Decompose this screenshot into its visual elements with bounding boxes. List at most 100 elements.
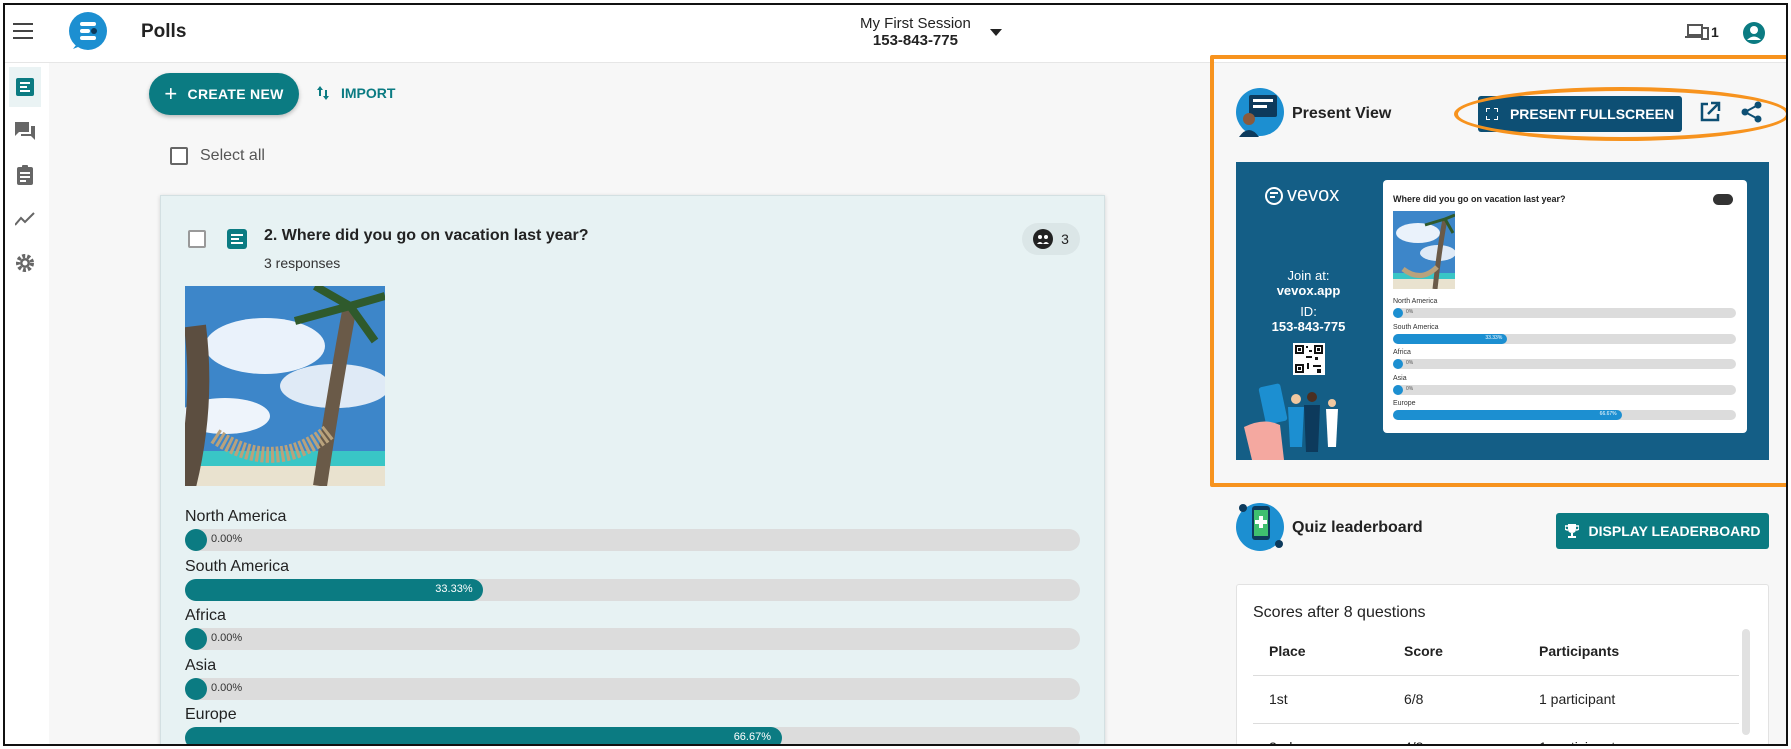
create-new-button[interactable]: + CREATE NEW	[149, 73, 299, 115]
display-leaderboard-button[interactable]: DISPLAY LEADERBOARD	[1556, 513, 1769, 549]
score-cell: 6/8	[1388, 675, 1523, 724]
result-row: Europe 66.67%	[185, 706, 1080, 744]
result-percentage: 0.00%	[211, 533, 243, 545]
nav-surveys[interactable]	[9, 155, 41, 195]
scores-table: Place Score Participants 1st 6/8 1 parti…	[1253, 627, 1739, 744]
preview-percentage: 0%	[1406, 360, 1414, 367]
join-url: vevox.app	[1276, 283, 1341, 298]
nav-qa[interactable]	[9, 111, 41, 151]
preview-result-row: Asia 0%	[1393, 375, 1736, 401]
vevox-logo[interactable]	[67, 11, 109, 53]
poll-question: 2. Where did you go on vacation last yea…	[264, 227, 589, 244]
account-icon[interactable]	[1742, 21, 1766, 45]
join-id: 153-843-775	[1271, 319, 1346, 334]
preview-option-label: Asia	[1393, 374, 1407, 382]
present-preview[interactable]: vevox Join at: vevox.app ID: 153-843-775	[1236, 162, 1769, 460]
select-all-checkbox[interactable]: Select all	[170, 147, 265, 165]
result-bar-fill	[185, 677, 207, 700]
preview-poll-card: Where did you go on vacation last year? …	[1383, 180, 1747, 433]
qr-code	[1293, 343, 1325, 375]
poll-select-checkbox[interactable]	[188, 230, 206, 248]
poll-results: North America 0.00% South America 33.33%…	[185, 508, 1080, 744]
result-bar-fill	[185, 529, 207, 551]
table-header-row: Place Score Participants	[1253, 627, 1739, 676]
preview-percentage: 0%	[1406, 309, 1414, 315]
session-name: My First Session	[860, 15, 971, 32]
menu-icon[interactable]	[13, 23, 33, 39]
nav-polls[interactable]	[9, 67, 41, 107]
preview-results: North America 0% South America 33.33% Af…	[1393, 298, 1736, 426]
result-row: Africa 0.00%	[185, 607, 1080, 657]
option-label: Africa	[185, 607, 226, 624]
preview-result-row: Africa 0%	[1393, 349, 1736, 375]
result-bar-track: 66.67%	[185, 727, 1080, 744]
preview-bar-track: 0%	[1393, 308, 1736, 318]
preview-bar-fill	[1393, 410, 1622, 421]
leaderboard-icon	[1236, 503, 1284, 551]
preview-option-label: North America	[1393, 298, 1438, 305]
clipboard-icon	[17, 165, 33, 185]
column-header: Participants	[1523, 627, 1739, 676]
result-percentage: 0.00%	[211, 681, 243, 694]
preview-image	[1393, 211, 1455, 289]
nav-settings[interactable]	[9, 243, 41, 283]
participants-icon	[1033, 229, 1054, 249]
scores-title: Scores after 8 questions	[1253, 604, 1426, 621]
poll-image	[185, 286, 385, 486]
preview-join-info: Join at: vevox.app ID: 153-843-775	[1236, 268, 1381, 334]
participants-cell: 1 participant	[1523, 675, 1739, 724]
checkbox[interactable]	[170, 147, 188, 165]
display-leaderboard-label: DISPLAY LEADERBOARD	[1588, 523, 1761, 539]
preview-bar-fill	[1393, 359, 1403, 370]
devices-indicator[interactable]: 1	[1685, 23, 1719, 41]
devices-count: 1	[1711, 24, 1719, 40]
option-label: South America	[185, 557, 290, 575]
result-row: Asia 0.00%	[185, 657, 1080, 707]
result-bar-fill	[185, 628, 207, 650]
chevron-down-icon[interactable]	[990, 29, 1002, 36]
nav-reports[interactable]	[9, 199, 41, 239]
result-percentage: 66.67%	[733, 731, 771, 743]
chat-icon	[15, 122, 35, 140]
quiz-leaderboard-title: Quiz leaderboard	[1292, 519, 1423, 536]
option-label: Europe	[185, 706, 237, 723]
session-selector[interactable]: My First Session 153-843-775	[860, 15, 971, 49]
gear-icon	[16, 254, 34, 272]
join-at-label: Join at:	[1287, 268, 1330, 283]
left-nav	[5, 63, 49, 744]
present-view-title: Present View	[1292, 105, 1392, 122]
app-window: Polls My First Session 153-843-775 1 + C…	[3, 3, 1788, 746]
preview-brand: vevox	[1265, 184, 1339, 207]
id-label: ID:	[1300, 304, 1317, 319]
preview-result-row: North America 0%	[1393, 298, 1736, 324]
polls-icon	[16, 78, 34, 96]
preview-result-row: Europe 66.67%	[1393, 400, 1736, 426]
preview-option-label: Europe	[1393, 400, 1416, 408]
open-in-new-icon[interactable]	[1699, 101, 1721, 123]
scrollbar[interactable]	[1742, 629, 1750, 735]
result-bar-fill	[185, 727, 782, 744]
preview-percentage: 33.33%	[1485, 334, 1503, 341]
table-row: 1st 6/8 1 participant	[1253, 675, 1739, 724]
preview-percentage: 0%	[1406, 385, 1414, 392]
result-percentage: 33.33%	[435, 582, 473, 595]
preview-result-row: South America 33.33%	[1393, 324, 1736, 350]
poll-card[interactable]: 2. Where did you go on vacation last yea…	[160, 195, 1105, 744]
poll-response-count: 3 responses	[264, 255, 341, 271]
preview-bar-track: 0%	[1393, 384, 1736, 395]
participants-cell: 1 participant	[1523, 723, 1739, 744]
result-percentage: 0.00%	[211, 632, 243, 644]
result-row: North America 0.00%	[185, 508, 1080, 558]
result-bar-track: 0.00%	[185, 628, 1080, 650]
participants-badge: 3	[1022, 223, 1080, 255]
share-icon[interactable]	[1741, 101, 1763, 123]
table-row: 2nd 4/8 1 participant	[1253, 723, 1739, 744]
plus-icon: +	[164, 81, 178, 106]
import-button[interactable]: IMPORT	[317, 85, 395, 101]
preview-bar-track: 66.67%	[1393, 410, 1736, 421]
select-all-label: Select all	[200, 147, 265, 164]
preview-bar-track: 33.33%	[1393, 333, 1736, 344]
preview-option-label: South America	[1393, 323, 1439, 331]
preview-bar-fill	[1393, 384, 1403, 395]
participants-count: 3	[1061, 231, 1069, 247]
